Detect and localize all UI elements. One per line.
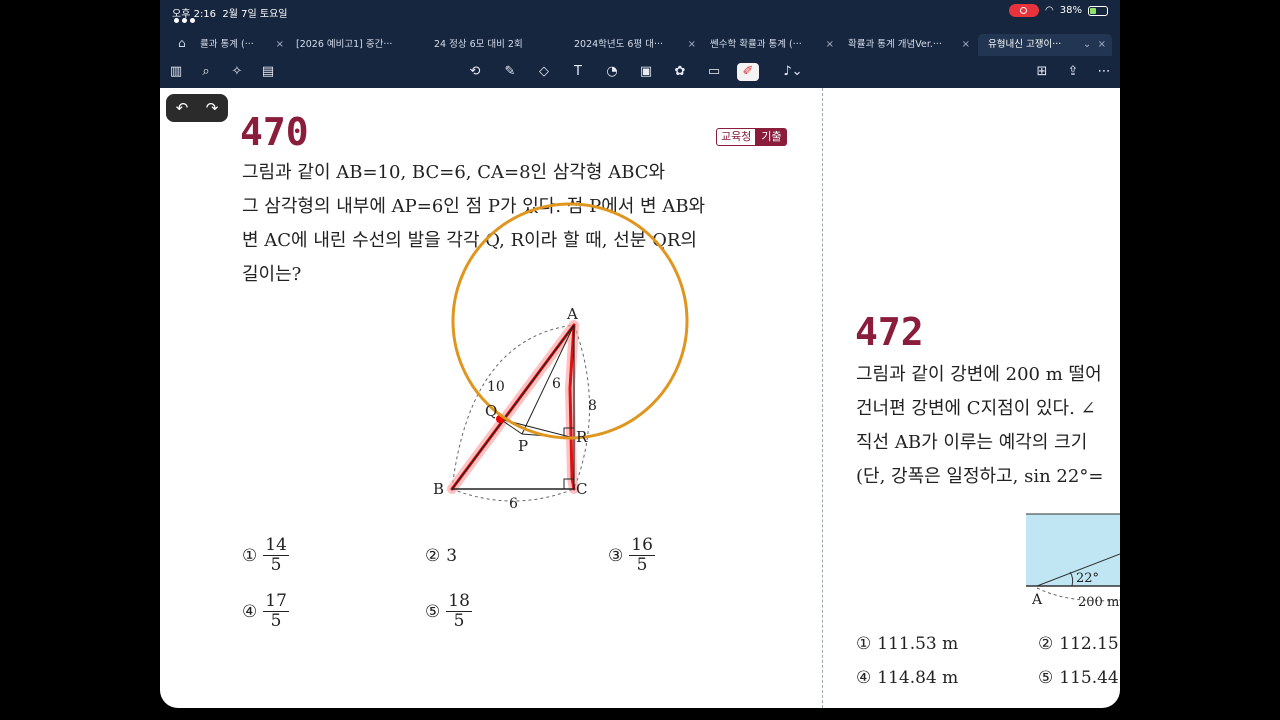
tab-label: 24 정상 6모 대비 2회 xyxy=(434,39,523,50)
tab-label: 쎈수학 확률과 통계 (··· xyxy=(710,39,802,50)
tab-1[interactable]: 률과 통계 (··· × xyxy=(200,34,284,56)
screen-record-icon[interactable] xyxy=(1009,4,1040,17)
choice-mark: ④ xyxy=(242,601,258,622)
label-angle: 22° xyxy=(1076,571,1099,586)
close-icon[interactable]: × xyxy=(826,34,834,56)
tab-label: [2026 예비고1] 중간··· xyxy=(296,39,393,50)
choice-472-1[interactable]: ① 111.53 m xyxy=(856,634,958,654)
problem-472-number: 472 xyxy=(855,310,924,354)
choice-mark: ③ xyxy=(608,545,624,566)
label-C: C xyxy=(576,480,587,498)
choice-5[interactable]: ⑤ 18 5 xyxy=(425,592,472,631)
label-R: R xyxy=(576,428,588,446)
battery-percent: 38% xyxy=(1059,5,1082,16)
share-icon[interactable]: ⇪ xyxy=(1064,63,1082,81)
label-A: A xyxy=(566,305,578,323)
close-icon[interactable]: × xyxy=(688,34,696,56)
tab-label: 확률과 통계 개념Ver.··· xyxy=(848,39,942,50)
tab-bar: ⌂ 률과 통계 (··· × [2026 예비고1] 중간··· 24 정상 6모… xyxy=(160,34,1120,56)
label-ap: 6 xyxy=(552,376,561,392)
pen-icon[interactable]: ✎ xyxy=(501,63,519,81)
search-icon[interactable]: ⌕ xyxy=(197,63,215,81)
eraser-icon[interactable]: ◇ xyxy=(535,63,553,81)
column-divider xyxy=(822,88,823,708)
choice-1[interactable]: ① 14 5 xyxy=(242,536,289,575)
choice-2[interactable]: ②3 xyxy=(425,546,457,566)
tab-5[interactable]: 쎈수학 확률과 통계 (··· × xyxy=(710,34,834,56)
problem-472-line-4: (단, 강폭은 일정하고, sin 22°= xyxy=(856,466,1104,487)
document-page[interactable]: ↶ ↷ 470 교육청 기출 그림과 같이 AB=10, BC=6, CA=8인… xyxy=(160,88,1120,708)
home-icon[interactable]: ⌂ xyxy=(178,36,186,50)
problem-470-line-4: 길이는? xyxy=(242,264,302,285)
choice-4[interactable]: ④ 17 5 xyxy=(242,592,289,631)
laser-pointer-icon[interactable]: ✐ xyxy=(737,63,759,81)
choice-472-4[interactable]: ④ 114.84 m xyxy=(856,668,958,688)
choice-mark: ① xyxy=(242,545,258,566)
lasso-icon[interactable]: ⟲ xyxy=(466,63,484,81)
mic-icon[interactable]: ♪⌄ xyxy=(780,63,806,81)
battery-icon xyxy=(1088,5,1108,16)
multitask-dots-icon[interactable] xyxy=(174,18,195,23)
shapes-icon[interactable]: ◔ xyxy=(603,63,621,81)
undo-icon[interactable]: ↶ xyxy=(172,99,192,117)
choice-mark: ② xyxy=(1038,634,1054,654)
sidebar-icon[interactable]: ▥ xyxy=(167,63,185,81)
image-icon[interactable]: ▣ xyxy=(637,63,655,81)
tab-4[interactable]: 2024학년도 6평 대··· × xyxy=(574,34,696,56)
undo-redo-control: ↶ ↷ xyxy=(166,94,228,122)
choice-mark: ⑤ xyxy=(1038,668,1054,688)
textbox-icon[interactable]: T xyxy=(569,63,587,81)
toolbar: ▥ ⌕ ✧ ▤ ⟲ ✎ ◇ T ◔ ▣ ✿ ▭ ✐ ♪⌄ ⊞ ⇪ ⋯ xyxy=(160,58,1120,86)
label-bc: 6 xyxy=(509,496,518,512)
label-P: P xyxy=(518,437,528,455)
add-page-icon[interactable]: ⊞ xyxy=(1033,63,1051,81)
problem-472-line-1: 그림과 같이 강변에 200 m 떨어 xyxy=(856,364,1102,385)
choice-3[interactable]: ③ 16 5 xyxy=(608,536,655,575)
close-icon[interactable]: ⌄ × xyxy=(1083,34,1106,56)
tab-label: 유형내신 고쟁이··· xyxy=(988,39,1062,50)
source-badge: 교육청 기출 xyxy=(716,128,787,146)
choice-mark: ② xyxy=(425,546,441,566)
problem-472-line-3: 직선 AB가 이루는 예각의 크기 xyxy=(856,432,1088,453)
sticker-icon[interactable]: ✿ xyxy=(671,63,689,81)
notes-icon[interactable]: ▤ xyxy=(259,63,277,81)
tab-2[interactable]: [2026 예비고1] 중간··· xyxy=(296,34,424,56)
tab-3[interactable]: 24 정상 6모 대비 2회 xyxy=(434,34,554,56)
choice-mark: ⑤ xyxy=(425,601,441,622)
problem-470-line-3: 변 AC에 내린 수선의 발을 각각 Q, R이라 할 때, 선분 QR의 xyxy=(242,230,697,251)
status-bar: 오후 2:16 2월 7일 토요일 ◠ 38% xyxy=(160,0,1120,24)
tab-label: 2024학년도 6평 대··· xyxy=(574,39,664,50)
status-date: 2월 7일 토요일 xyxy=(222,9,288,20)
badge-type: 기출 xyxy=(756,128,787,146)
choice-mark: ① xyxy=(856,634,872,654)
problem-470-line-2: 그 삼각형의 내부에 AP=6인 점 P가 있다. 점 P에서 변 AB와 xyxy=(242,196,706,217)
tab-7-active[interactable]: 유형내신 고쟁이··· ⌄ × xyxy=(978,34,1112,56)
memo-icon[interactable]: ▭ xyxy=(705,63,723,81)
choice-472-5[interactable]: ⑤ 115.44 xyxy=(1038,668,1119,688)
label-ab: 10 xyxy=(487,379,505,395)
label-Q: Q xyxy=(485,402,497,420)
ipad-screen: 오후 2:16 2월 7일 토요일 ◠ 38% ⌂ 률과 통계 (··· × [2… xyxy=(160,0,1120,708)
choice-472-2[interactable]: ② 112.15 xyxy=(1038,634,1119,654)
tab-label: 률과 통계 (··· xyxy=(200,39,254,50)
sparkle-icon[interactable]: ✧ xyxy=(228,63,246,81)
label-distance: 200 m xyxy=(1078,595,1119,610)
problem-470-number: 470 xyxy=(240,110,309,154)
problem-470-line-1: 그림과 같이 AB=10, BC=6, CA=8인 삼각형 ABC와 xyxy=(242,162,666,183)
close-icon[interactable]: × xyxy=(276,34,284,56)
close-icon[interactable]: × xyxy=(962,34,970,56)
wifi-icon: ◠ xyxy=(1045,5,1054,16)
label-ac: 8 xyxy=(588,398,597,414)
tab-6[interactable]: 확률과 통계 개념Ver.··· × xyxy=(848,34,970,56)
redo-icon[interactable]: ↷ xyxy=(202,99,222,117)
problem-472-line-2: 건너편 강변에 C지점이 있다. ∠ xyxy=(856,398,1096,419)
label-B: B xyxy=(433,480,444,498)
label-point-A: A xyxy=(1031,592,1043,608)
badge-source: 교육청 xyxy=(716,128,757,146)
more-icon[interactable]: ⋯ xyxy=(1095,63,1113,81)
choice-mark: ④ xyxy=(856,668,872,688)
